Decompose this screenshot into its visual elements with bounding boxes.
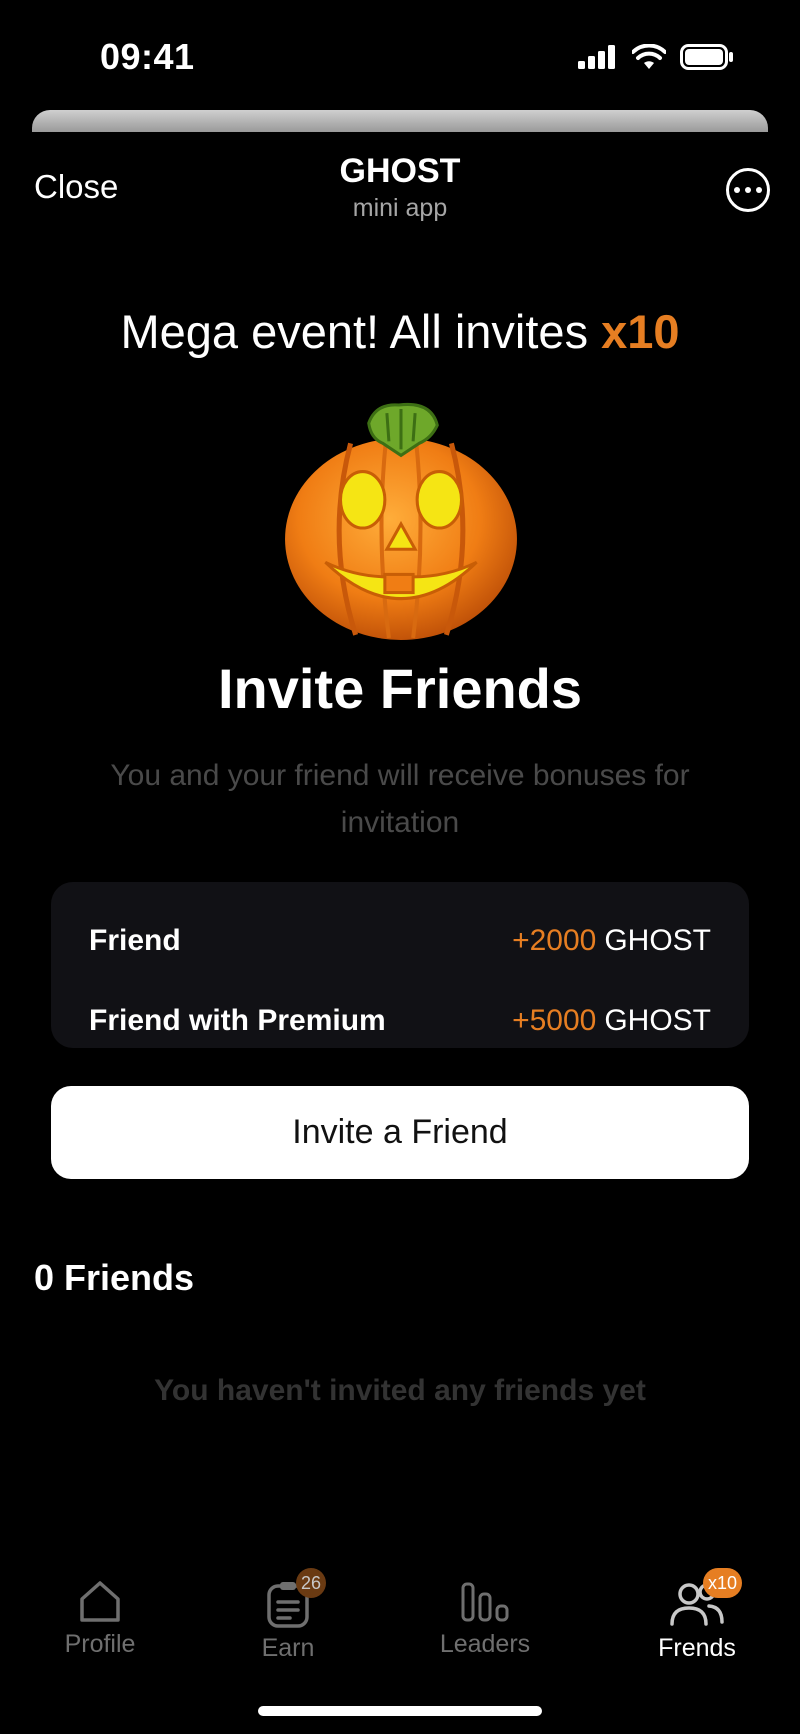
nav-item-leaders[interactable]: Leaders <box>400 1580 570 1659</box>
reward-value: +5000 GHOST <box>512 1004 711 1038</box>
friends-badge: x10 <box>703 1568 743 1598</box>
reward-row: Friend with Premium +5000 GHOST <box>89 1004 711 1038</box>
invite-title: Invite Friends <box>217 657 583 720</box>
event-banner: Mega event! All invites x10 <box>0 304 800 359</box>
reward-amount: +2000 <box>512 924 597 957</box>
rewards-card: Friend +2000 GHOST Friend with Premium +5… <box>51 882 749 1048</box>
reward-label: Friend <box>89 924 181 957</box>
event-multiplier: x10 <box>601 305 680 358</box>
invite-description: You and your friend will receive bonuses… <box>110 759 690 839</box>
home-indicator <box>258 1706 542 1716</box>
home-icon <box>80 1581 120 1622</box>
nav-label: Leaders <box>439 1630 531 1658</box>
friends-icon-wrap: x10 <box>669 1568 743 1628</box>
more-dot-icon <box>756 187 762 193</box>
wifi-icon <box>632 44 666 69</box>
reward-amount: +5000 <box>512 1004 597 1037</box>
status-time: 09:41 <box>100 36 195 77</box>
friends-count: 0 Friends <box>34 1257 195 1298</box>
reward-currency: GHOST <box>604 924 711 957</box>
nav-item-friends[interactable]: x10 Frends <box>612 1568 782 1663</box>
reward-label: Friend with Premium <box>89 1004 386 1037</box>
more-options-button[interactable] <box>726 168 770 212</box>
sheet-edge <box>32 110 768 132</box>
nav-item-profile[interactable]: Profile <box>15 1580 185 1659</box>
more-dot-icon <box>734 187 740 193</box>
nav-label: Profile <box>64 1630 136 1658</box>
earn-icon-wrap: 26 <box>266 1568 327 1628</box>
more-dot-icon <box>745 187 751 193</box>
nav-label: Earn <box>261 1634 315 1662</box>
nav-label: Frends <box>658 1634 736 1662</box>
status-icons <box>578 44 734 70</box>
reward-row: Friend +2000 GHOST <box>89 924 711 958</box>
pumpkin-icon <box>285 402 517 640</box>
reward-value: +2000 GHOST <box>512 924 711 958</box>
app-title: GHOST <box>339 152 461 190</box>
nav-item-earn[interactable]: 26 Earn <box>203 1568 373 1663</box>
reward-currency: GHOST <box>604 1004 711 1037</box>
battery-icon <box>680 44 733 70</box>
empty-friends-message: You haven't invited any friends yet <box>154 1374 646 1407</box>
app-subtitle: mini app <box>352 194 448 222</box>
event-text: Mega event! All invites <box>120 305 602 358</box>
signal-icon <box>578 45 615 69</box>
earn-badge: 26 <box>296 1568 327 1598</box>
invite-friend-button[interactable]: Invite a Friend <box>51 1086 749 1179</box>
leaderboard-icon <box>461 1582 509 1622</box>
